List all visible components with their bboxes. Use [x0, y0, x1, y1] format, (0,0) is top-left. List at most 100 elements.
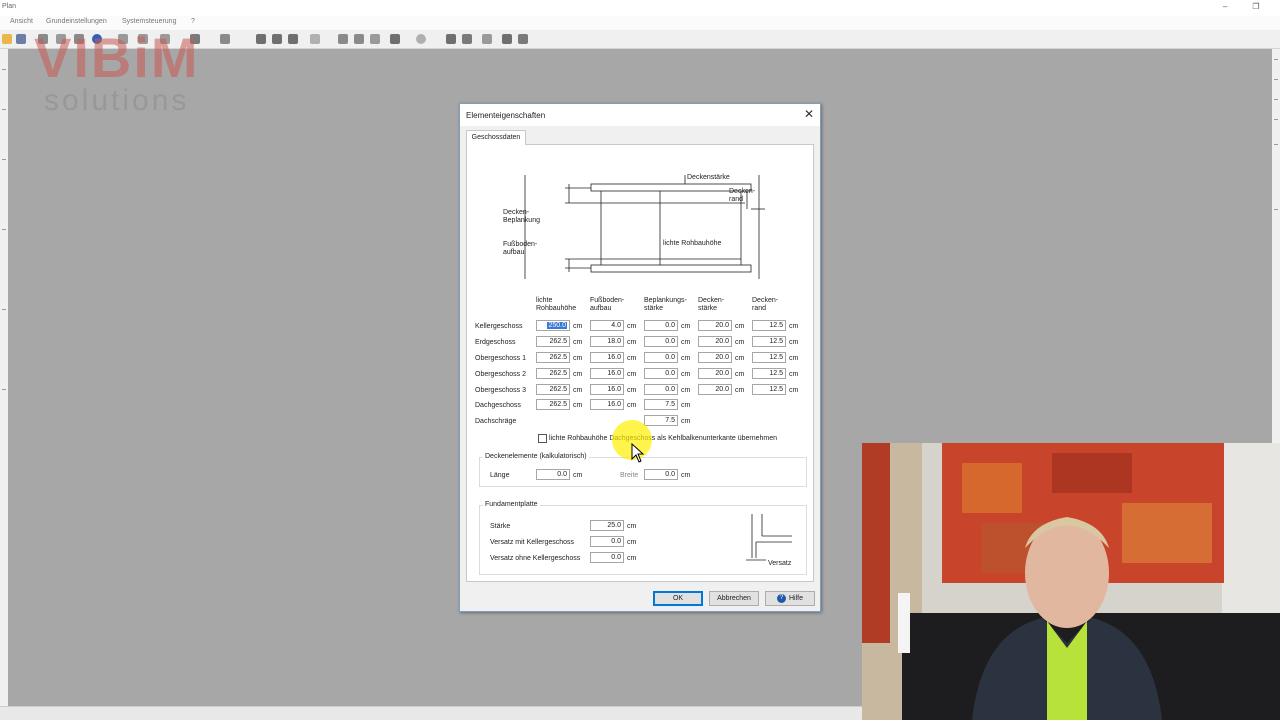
obergeschoss-2-deckenrand-input[interactable]: 12.5 — [752, 368, 786, 379]
unit-label: cm — [573, 323, 583, 330]
group-icon[interactable] — [370, 34, 380, 44]
obergeschoss-2-rohbauhoehe-input[interactable]: 262.5 — [536, 368, 570, 379]
kellergeschoss-rohbauhoehe-input[interactable]: 250.0 — [536, 320, 570, 331]
minimize-button[interactable]: – — [1218, 2, 1232, 11]
kellergeschoss-beplankung-input[interactable]: 0.0 — [644, 320, 678, 331]
fundamentplatte-group: Fundamentplatte Stärke 25.0 cm Versatz m… — [479, 501, 807, 575]
undo-icon[interactable] — [310, 34, 320, 44]
unit-label: cm — [627, 355, 637, 362]
obergeschoss-2-fussbodenaufbau-input[interactable]: 16.0 — [590, 368, 624, 379]
euro-icon[interactable] — [502, 34, 512, 44]
versatz-mit-kellergeschoss-input[interactable]: 0.0 — [590, 536, 624, 547]
unit-label: cm — [627, 323, 637, 330]
webcam-presenter-overlay — [862, 443, 1280, 720]
breite-input[interactable]: 0.0 — [644, 469, 678, 480]
unit-label: cm — [573, 402, 583, 409]
obergeschoss-1-deckenrand-input[interactable]: 12.5 — [752, 352, 786, 363]
obergeschoss-2-deckenstaerke-input[interactable]: 20.0 — [698, 368, 732, 379]
menu-systemsteuerung[interactable]: Systemsteuerung — [122, 18, 176, 25]
tools-icon[interactable] — [462, 34, 472, 44]
dachgeschoss-rohbauhoehe-input[interactable]: 262.5 — [536, 399, 570, 410]
kellergeschoss-fussbodenaufbau-input[interactable]: 4.0 — [590, 320, 624, 331]
diagram-label-decken-beplankung: Decken- Beplankung — [503, 209, 540, 224]
row-label-obergeschoss-3: Obergeschoss 3 — [475, 387, 526, 394]
layers-icon[interactable] — [338, 34, 348, 44]
staerke-input[interactable]: 25.0 — [590, 520, 624, 531]
obergeschoss-1-deckenstaerke-input[interactable]: 20.0 — [698, 352, 732, 363]
unit-label: cm — [573, 355, 583, 362]
ok-button[interactable]: OK — [653, 591, 703, 606]
unit-label: cm — [789, 355, 799, 362]
obergeschoss-3-fussbodenaufbau-input[interactable]: 16.0 — [590, 384, 624, 395]
erdgeschoss-fussbodenaufbau-input[interactable]: 18.0 — [590, 336, 624, 347]
unit-label: cm — [735, 371, 745, 378]
cancel-button[interactable]: Abbrechen — [709, 591, 759, 606]
unit-label: cm — [681, 371, 691, 378]
obergeschoss-1-beplankung-input[interactable]: 0.0 — [644, 352, 678, 363]
delete-icon[interactable] — [446, 34, 456, 44]
company-logo-watermark: VIBiM solutions — [34, 26, 214, 122]
measure-icon[interactable] — [390, 34, 400, 44]
obergeschoss-1-fussbodenaufbau-input[interactable]: 16.0 — [590, 352, 624, 363]
diagram-label-fussboden-aufbau: Fußboden- aufbau — [503, 241, 538, 256]
help-button-label: Hilfe — [788, 595, 803, 602]
kehlbalken-checkbox[interactable] — [538, 434, 547, 443]
row-label-kellergeschoss: Kellergeschoss — [475, 323, 523, 330]
dialog-titlebar: Elementeigenschaften ✕ — [460, 104, 820, 126]
settings-icon[interactable] — [482, 34, 492, 44]
obergeschoss-2-beplankung-input[interactable]: 0.0 — [644, 368, 678, 379]
obergeschoss-3-deckenstaerke-input[interactable]: 20.0 — [698, 384, 732, 395]
unit-label: cm — [681, 402, 691, 409]
tab-geschossdaten[interactable]: Geschossdaten — [466, 130, 526, 145]
versatz-diagram — [746, 514, 792, 561]
obergeschoss-3-rohbauhoehe-input[interactable]: 262.5 — [536, 384, 570, 395]
row-label-erdgeschoss: Erdgeschoss — [475, 339, 516, 346]
menu-ansicht[interactable]: Ansicht — [10, 18, 33, 25]
export-icon[interactable] — [518, 34, 528, 44]
zoom-fit-icon[interactable] — [256, 34, 266, 44]
dachgeschoss-beplankung-input[interactable]: 7.5 — [644, 399, 678, 410]
unit-label: cm — [573, 371, 583, 378]
menu-help[interactable]: ? — [191, 18, 195, 25]
dachgeschoss-fussbodenaufbau-input[interactable]: 16.0 — [590, 399, 624, 410]
obergeschoss-1-rohbauhoehe-input[interactable]: 262.5 — [536, 352, 570, 363]
menu-grundeinstellungen[interactable]: Grundeinstellungen — [46, 18, 107, 25]
target-icon[interactable] — [416, 34, 426, 44]
obergeschoss-3-beplankung-input[interactable]: 0.0 — [644, 384, 678, 395]
building-icon[interactable] — [220, 34, 230, 44]
zoom-in-icon[interactable] — [272, 34, 282, 44]
laenge-input[interactable]: 0.0 — [536, 469, 570, 480]
breite-label: Breite — [620, 472, 639, 479]
maximize-button[interactable]: ❐ — [1249, 2, 1263, 11]
kellergeschoss-deckenstaerke-input[interactable]: 20.0 — [698, 320, 732, 331]
unit-label: cm — [681, 472, 691, 479]
mouse-cursor-icon — [631, 443, 645, 463]
zoom-out-icon[interactable] — [288, 34, 298, 44]
help-button[interactable]: ? Hilfe — [765, 591, 815, 606]
erdgeschoss-deckenrand-input[interactable]: 12.5 — [752, 336, 786, 347]
obergeschoss-3-deckenrand-input[interactable]: 12.5 — [752, 384, 786, 395]
left-sidebar — [0, 49, 8, 706]
unit-label: cm — [627, 539, 637, 546]
erdgeschoss-beplankung-input[interactable]: 0.0 — [644, 336, 678, 347]
unit-label: cm — [789, 339, 799, 346]
open-icon[interactable] — [2, 34, 12, 44]
kellergeschoss-deckenrand-input[interactable]: 12.5 — [752, 320, 786, 331]
save-icon[interactable] — [16, 34, 26, 44]
unit-label: cm — [681, 418, 691, 425]
window-titlebar: Plan – ❐ — [0, 0, 1280, 16]
app-title: Plan — [2, 3, 17, 10]
dachschraege-input[interactable]: 7.5 — [644, 415, 678, 426]
erdgeschoss-rohbauhoehe-input[interactable]: 262.5 — [536, 336, 570, 347]
logo-wordmark: VIBiM — [34, 26, 200, 89]
unit-label: cm — [627, 371, 637, 378]
logo-subtitle: solutions — [44, 84, 190, 117]
unit-label: cm — [627, 402, 637, 409]
versatz-ohne-kellergeschoss-label: Versatz ohne Kellergeschoss — [490, 555, 581, 562]
erdgeschoss-deckenstaerke-input[interactable]: 20.0 — [698, 336, 732, 347]
close-icon[interactable]: ✕ — [804, 108, 814, 120]
versatz-ohne-kellergeschoss-input[interactable]: 0.0 — [590, 552, 624, 563]
column-header-deckenrand: Decken- rand — [752, 297, 779, 312]
deckenelemente-group-title: Deckenelemente (kalkulatorisch) — [483, 453, 589, 460]
objects-icon[interactable] — [354, 34, 364, 44]
